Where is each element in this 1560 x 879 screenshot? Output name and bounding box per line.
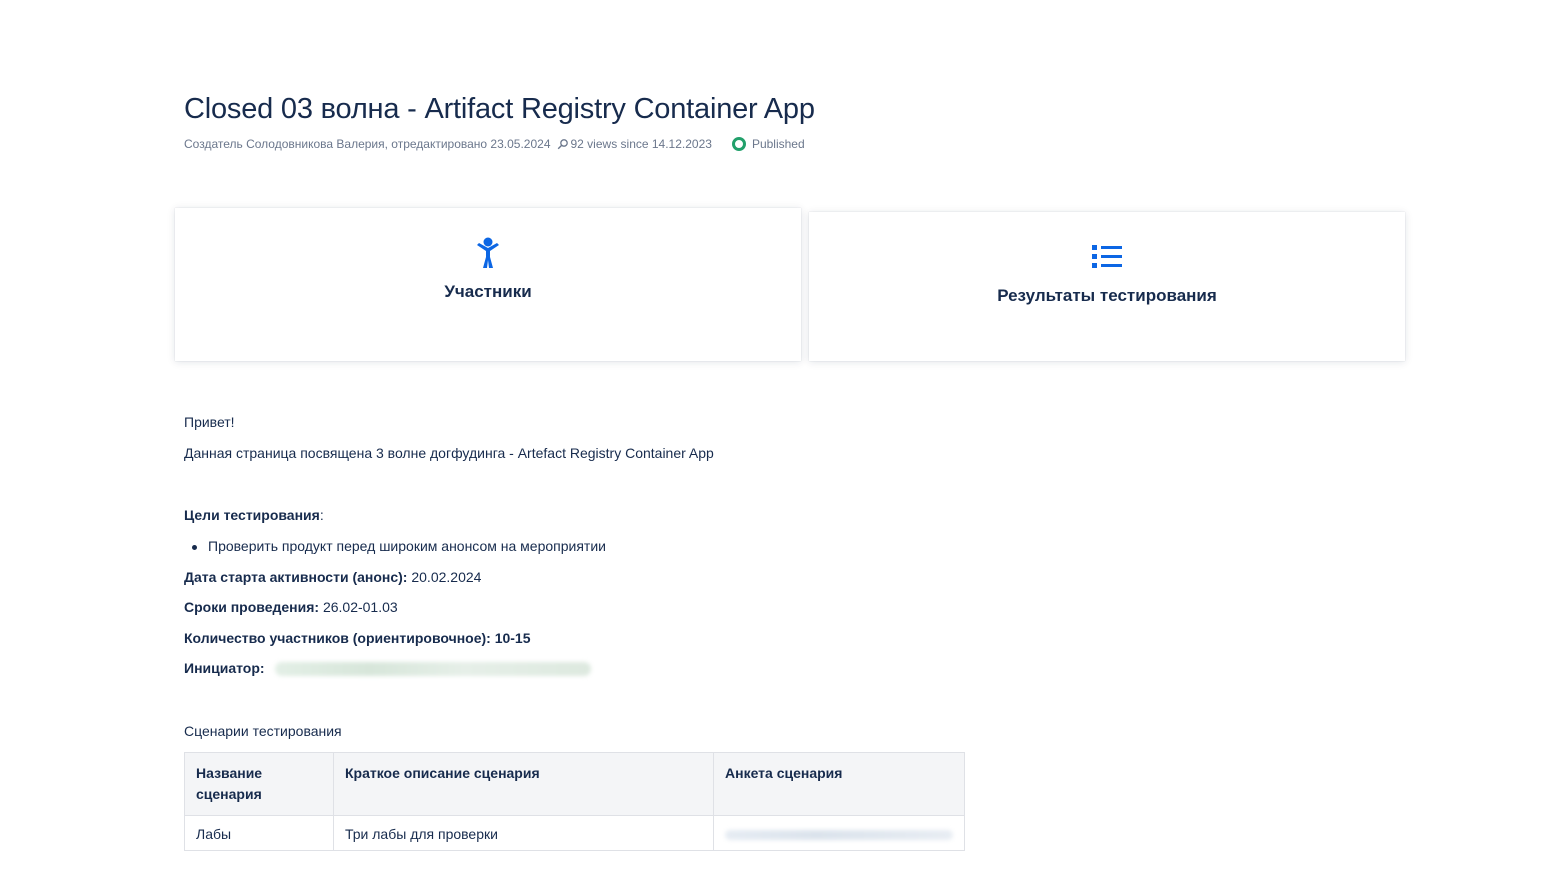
scenarios-caption: Сценарии тестирования <box>184 723 342 739</box>
start-date-row: Дата старта активности (анонс): 20.02.20… <box>184 569 481 585</box>
table-cell-name: Лабы <box>184 815 334 851</box>
status-text: Published <box>751 137 805 151</box>
card-test-results[interactable]: Результаты тестирования <box>809 212 1405 361</box>
card-participants[interactable]: Участники <box>175 208 801 361</box>
scenarios-table: Название сценария Краткое описание сцена… <box>184 752 965 851</box>
card-participants-label: Участники <box>444 282 532 301</box>
list-icon <box>1091 240 1123 274</box>
published-icon <box>731 137 746 151</box>
initiator-label: Инициатор: <box>184 660 265 676</box>
table-cell-description: Три лабы для проверки <box>333 815 714 851</box>
participants-count: Количество участников (ориентировочное):… <box>184 630 531 646</box>
table-header-name: Название сценария <box>184 752 334 816</box>
confluence-page: Closed 03 волна - Artifact Registry Cont… <box>0 0 1560 879</box>
table-header-row: Название сценария Краткое описание сцена… <box>184 752 965 816</box>
greeting-text: Привет! <box>184 414 235 430</box>
period-row: Сроки проведения: 26.02-01.03 <box>184 599 398 615</box>
byline-author[interactable]: Создатель Солодовникова Валерия, отредак… <box>184 137 551 151</box>
initiator-row: Инициатор: <box>184 660 591 677</box>
card-test-results-label: Результаты тестирования <box>997 286 1217 305</box>
intro-text: Данная страница посвящена 3 волне догфуд… <box>184 445 714 461</box>
period-value: 26.02-01.03 <box>319 599 398 615</box>
nav-cards: Участники Результаты тестирования <box>175 208 1405 361</box>
goals-colon: : <box>319 507 324 523</box>
start-date-label: Дата старта активности (анонс): <box>184 569 408 585</box>
views-counter[interactable]: 92 views since 14.12.2023 <box>557 137 712 151</box>
period-label: Сроки проведения: <box>184 599 320 615</box>
table-row: Лабы Три лабы для проверки <box>184 815 965 851</box>
table-cell-survey <box>713 815 965 851</box>
views-icon <box>557 139 568 150</box>
person-icon <box>475 236 501 270</box>
status-badge[interactable]: Published <box>731 137 805 151</box>
table-header-survey: Анкета сценария <box>713 752 965 816</box>
page-byline: Создатель Солодовникова Валерия, отредак… <box>184 137 805 151</box>
goals-heading: Цели тестирования: <box>184 507 324 523</box>
goal-item: Проверить продукт перед широким анонсом … <box>192 538 606 554</box>
page-title: Closed 03 волна - Artifact Registry Cont… <box>184 93 815 125</box>
survey-link-redacted[interactable] <box>725 830 953 841</box>
goals-label: Цели тестирования <box>184 507 320 523</box>
start-date-value: 20.02.2024 <box>407 569 482 585</box>
initiator-mention-redacted[interactable] <box>274 662 591 677</box>
table-header-description: Краткое описание сценария <box>333 752 714 816</box>
views-text: 92 views since 14.12.2023 <box>570 137 712 151</box>
